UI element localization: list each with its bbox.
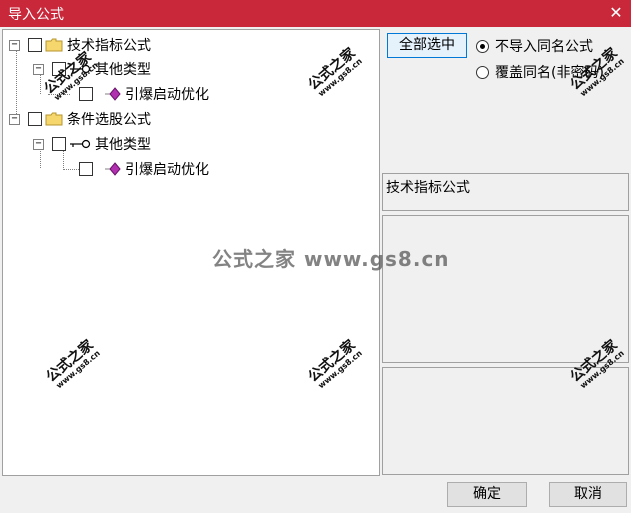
tree-node-formula[interactable]: 引爆启动优化 — [79, 83, 209, 105]
collapse-toggle[interactable]: − — [33, 63, 44, 75]
tree-node-formula[interactable]: 引爆启动优化 — [79, 158, 209, 180]
tree-node-label: 引爆启动优化 — [125, 87, 209, 103]
center-watermark: 公式之家 www.gs8.cn — [212, 247, 450, 271]
collapse-toggle[interactable]: − — [9, 113, 20, 125]
checkbox[interactable] — [28, 38, 42, 52]
checkbox[interactable] — [28, 112, 42, 126]
formula-type-text: 技术指标公式 — [386, 180, 470, 196]
key-icon — [70, 139, 91, 149]
radio-button[interactable] — [476, 39, 489, 53]
description-panel[interactable] — [382, 215, 629, 363]
tree-node-other-type[interactable]: − 其他类型 — [33, 133, 151, 155]
radio-button[interactable] — [476, 65, 489, 79]
checkbox[interactable] — [52, 137, 66, 151]
select-all-button[interactable]: 全部选中 — [387, 33, 467, 58]
title-bar: 导入公式 ✕ — [0, 0, 631, 27]
checkbox[interactable] — [79, 87, 93, 101]
checkbox[interactable] — [79, 162, 93, 176]
tree-node-stock-screener[interactable]: − 条件选股公式 — [9, 108, 151, 130]
collapse-toggle[interactable]: − — [33, 138, 44, 150]
collapse-toggle[interactable]: − — [9, 39, 20, 51]
radio-skip-duplicates[interactable]: 不导入同名公式 — [476, 36, 593, 56]
tree-node-label: 其他类型 — [95, 137, 151, 153]
cancel-button[interactable]: 取消 — [549, 482, 627, 507]
formula-type-panel: 技术指标公式 — [382, 173, 629, 211]
diamond-icon — [105, 87, 121, 101]
tree-node-label: 其他类型 — [95, 62, 151, 78]
window-title: 导入公式 — [8, 6, 64, 23]
folder-icon — [45, 112, 63, 126]
diamond-icon — [105, 162, 121, 176]
tree-node-label: 引爆启动优化 — [125, 162, 209, 178]
folder-icon — [45, 38, 63, 52]
tree-node-label: 条件选股公式 — [67, 112, 151, 128]
ok-button[interactable]: 确定 — [447, 482, 527, 507]
radio-label: 不导入同名公式 — [495, 39, 593, 55]
close-icon[interactable]: ✕ — [605, 2, 627, 24]
